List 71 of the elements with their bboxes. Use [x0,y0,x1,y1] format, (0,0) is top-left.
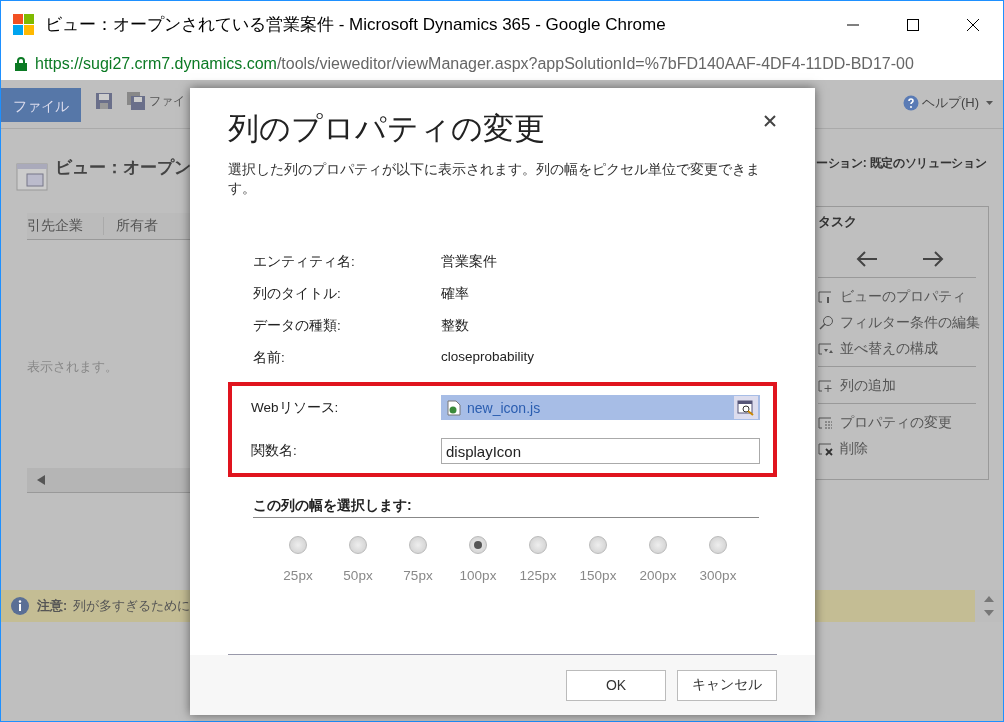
right-arrow-icon[interactable] [922,251,944,267]
column-header[interactable]: 引先企業 [27,217,103,235]
radio-button[interactable] [709,536,727,554]
properties-icon [818,289,834,305]
radio-button[interactable] [289,536,307,554]
radio-label: 100px [459,568,497,583]
property-value: closeprobability [441,349,536,366]
file-tab[interactable]: ファイル [1,88,81,122]
search-icon [818,315,834,331]
radio-button[interactable] [529,536,547,554]
property-label: エンティティ名: [253,253,356,271]
radio-label: 75px [403,568,433,583]
task-link[interactable]: 並べ替えの構成 [840,340,938,358]
file-icon [447,399,461,416]
help-menu[interactable]: ヘルプ(H) [921,94,979,112]
radio-label: 300px [699,568,737,583]
field-label: Webリソース: [251,398,340,417]
radio-button[interactable] [589,536,607,554]
property-label: 列のタイトル: [253,285,342,303]
property-value: 営業案件 [441,253,498,271]
scroll-left-icon[interactable] [37,475,45,485]
save-as-label[interactable]: ファイ [149,93,185,110]
section-heading: この列の幅を選択します: [253,497,759,518]
radio-button[interactable] [349,536,367,554]
radio-label: 150px [579,568,617,583]
radio-button[interactable] [649,536,667,554]
cancel-button[interactable]: キャンセル [677,669,777,701]
radio-label: 125px [519,568,557,583]
save-as-icon[interactable] [127,92,145,110]
property-value: 整数 [441,317,470,335]
lock-icon [15,57,27,71]
window-title: ビュー：オープンされている営業案件 - Microsoft Dynamics 365 - Google Chrome [45,14,667,36]
maximize-icon[interactable] [905,16,921,33]
left-arrow-icon[interactable] [856,251,878,267]
function-name-field[interactable]: displayIcon [441,438,760,464]
radio-button[interactable] [469,536,487,554]
property-label: 名前: [253,349,286,367]
delete-icon [818,441,834,457]
lookup-button[interactable] [734,396,758,419]
task-link[interactable]: 列の追加 [840,377,896,395]
notice-text: 列が多すぎるために [73,597,191,615]
lookup-field[interactable]: new_icon.js [441,395,760,420]
logo-icon [13,13,35,36]
solution-label: ーション: 既定のソリューション [816,155,988,172]
field-label: 関数名: [251,442,298,460]
add-column-icon [818,378,834,394]
property-value: 確率 [441,285,470,303]
radio-label: 25px [283,568,313,583]
task-link[interactable]: 削除 [840,440,868,458]
property-label: データの種類: [253,317,342,335]
dialog-title: 列のプロパティの変更 [228,110,545,148]
close-icon[interactable] [965,16,981,33]
radio-label: 50px [343,568,373,583]
radio-label: 200px [639,568,677,583]
save-icon[interactable] [95,92,113,110]
url-text[interactable]: https://sugi27.crm7.dynamics.com/tools/vieweditor/viewManager.aspx?appSolutionId=%7bFD140AAF-4DF4-11DD-BD17-00 [35,55,914,73]
task-link[interactable]: フィルター条件の編集 [840,314,980,332]
view-title: ビュー：オープン [55,156,191,179]
task-title: タスク [818,213,858,231]
task-link[interactable]: プロパティの変更 [840,414,952,432]
help-icon[interactable] [902,95,919,111]
ok-button[interactable]: OK [566,669,666,701]
info-icon [11,597,29,615]
task-link[interactable]: ビューのプロパティ [840,288,966,306]
dialog-description: 選択した列のプロパティが以下に表示されます。列の幅をピクセル単位で変更できます。 [228,160,761,198]
list-icon [818,415,834,431]
sort-icon [818,341,834,357]
notice-label: 注意: [37,597,68,615]
close-icon[interactable] [763,114,777,128]
caret-icon[interactable] [986,101,993,105]
radio-button[interactable] [409,536,427,554]
